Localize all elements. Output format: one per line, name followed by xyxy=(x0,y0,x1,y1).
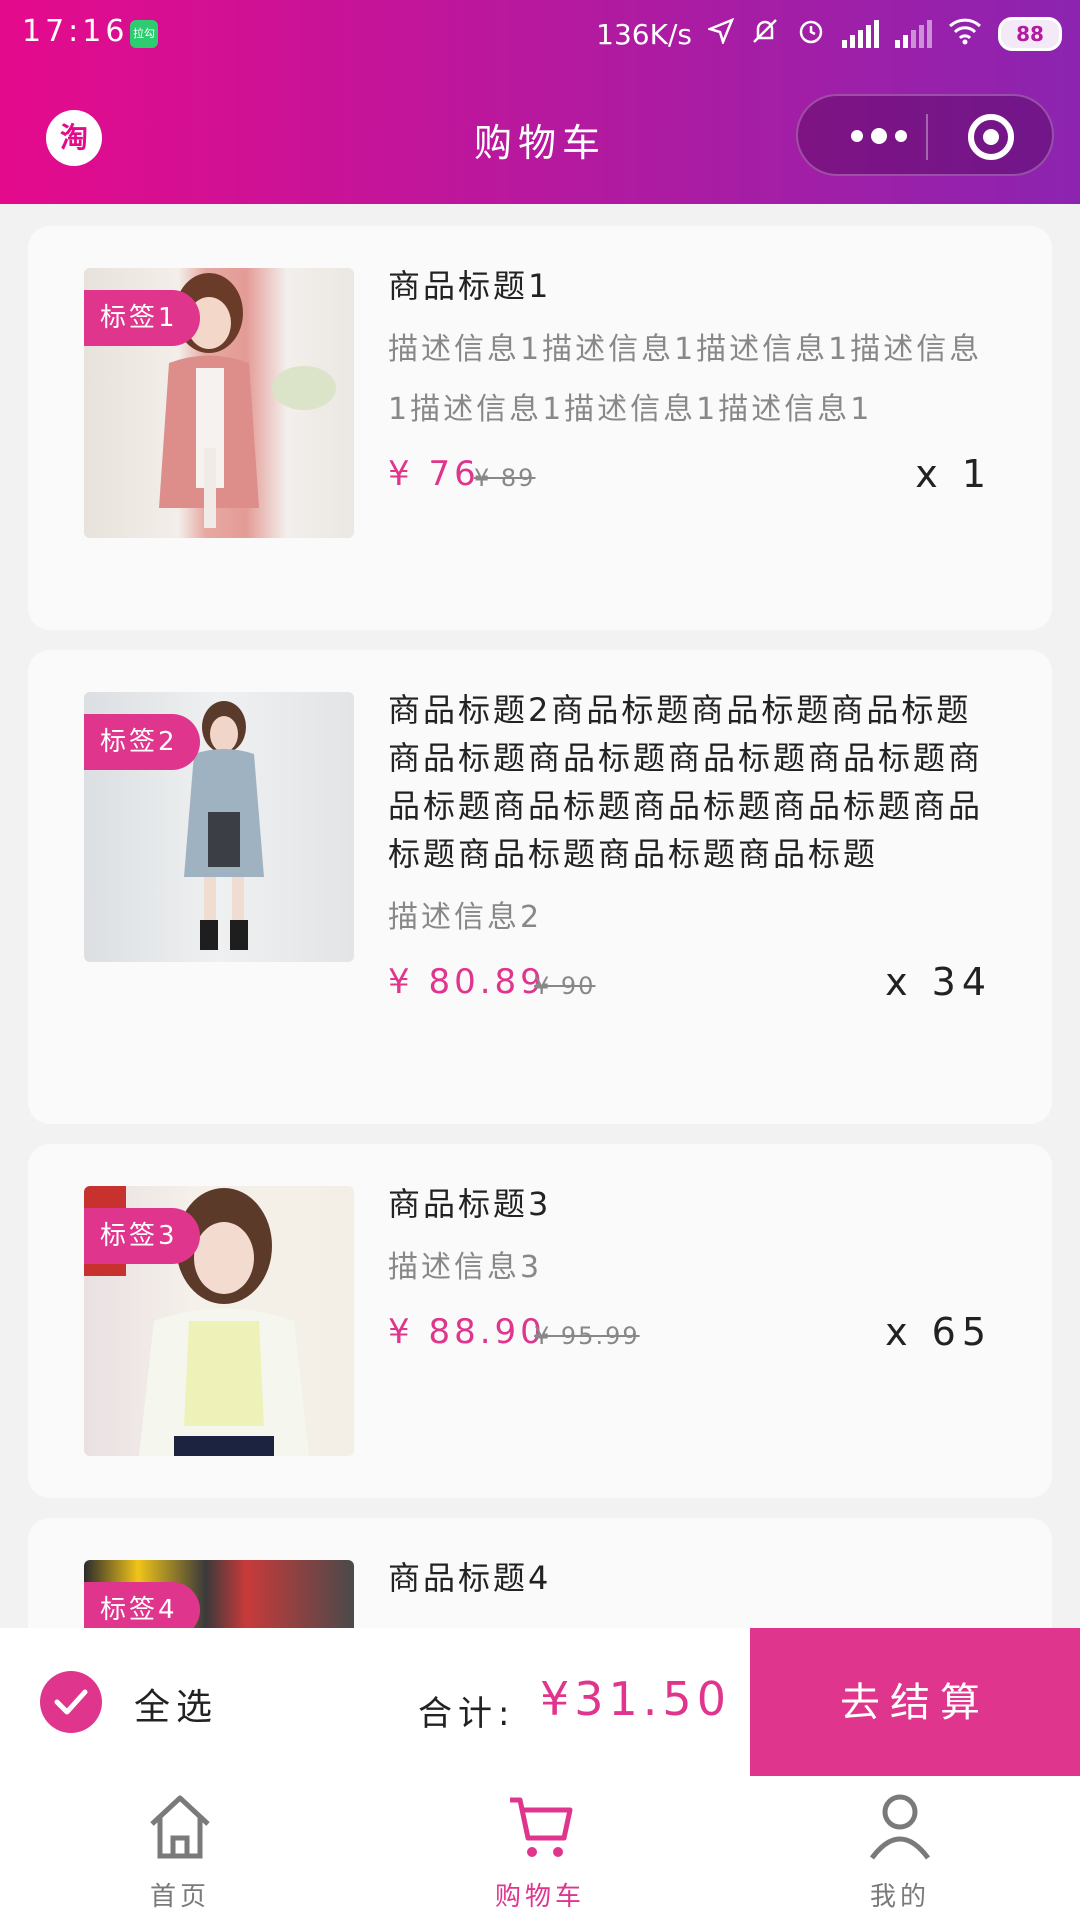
product-tag: 标签2 xyxy=(84,714,200,770)
product-title[interactable]: 商品标题1 xyxy=(388,262,992,310)
original-price: ¥ 89 xyxy=(474,464,536,492)
tab-label: 首页 xyxy=(149,1882,210,1912)
status-bar: 17:16 拉勾 136K/s 88 xyxy=(0,0,1080,70)
battery-icon: 88 xyxy=(998,17,1062,51)
product-description: 描述信息3 xyxy=(388,1250,543,1285)
product-image[interactable]: 标签1 xyxy=(84,268,354,538)
product-description: 描述信息1描述信息1描述信息1描述信息1描述信息1描述信息1描述信息1 xyxy=(388,332,983,427)
tab-home[interactable]: 首页 xyxy=(30,1776,330,1920)
product-tag: 标签4 xyxy=(84,1582,200,1628)
app-notification-icon: 拉勾 xyxy=(130,20,158,48)
cart-item[interactable]: 标签3 商品标题3 描述信息3 ¥ 88.90 ¥ 95.99 x 65 xyxy=(28,1144,1052,1498)
location-icon xyxy=(706,17,735,51)
cart-icon xyxy=(506,1790,574,1866)
cart-item[interactable]: 标签1 商品标题1 描述信息1描述信息1描述信息1描述信息1描述信息1描述信息1… xyxy=(28,226,1052,630)
product-info: 商品标题4 xyxy=(388,1554,992,1602)
target-icon[interactable] xyxy=(968,114,1014,160)
original-price: ¥ 90 xyxy=(534,972,596,1000)
tab-label: 我的 xyxy=(869,1882,930,1912)
select-all-label[interactable]: 全选 xyxy=(134,1678,218,1730)
product-image[interactable]: 标签2 xyxy=(84,692,354,962)
mute-icon xyxy=(750,16,780,53)
product-info: 商品标题1 描述信息1描述信息1描述信息1描述信息1描述信息1描述信息1描述信息… xyxy=(388,262,992,504)
product-price: ¥ 88.90 xyxy=(388,1312,546,1352)
product-quantity: x 65 xyxy=(885,1310,992,1354)
tab-label: 购物车 xyxy=(494,1882,585,1912)
price-row: ¥ 76 ¥ 89 x 1 xyxy=(388,444,992,504)
product-title[interactable]: 商品标题3 xyxy=(388,1180,992,1228)
product-quantity: x 34 xyxy=(885,960,992,1004)
product-price: ¥ 80.89 xyxy=(388,962,546,1002)
net-speed: 136K/s xyxy=(596,17,692,51)
product-description: 描述信息2 xyxy=(388,900,543,935)
wifi-icon xyxy=(948,17,982,52)
cart-item[interactable]: 标签2 商品标题2商品标题商品标题商品标题商品标题商品标题商品标题商品标题商品标… xyxy=(28,650,1052,1124)
miniapp-capsule xyxy=(796,94,1054,176)
product-image[interactable]: 标签4 xyxy=(84,1560,354,1628)
signal-icon xyxy=(842,20,879,48)
tab-cart[interactable]: 购物车 xyxy=(390,1776,690,1920)
status-icons: 136K/s 88 xyxy=(596,12,1062,56)
product-tag: 标签3 xyxy=(84,1208,200,1264)
checkmark-icon xyxy=(54,1689,88,1715)
more-dots-icon[interactable] xyxy=(836,118,922,154)
product-title[interactable]: 商品标题2商品标题商品标题商品标题商品标题商品标题商品标题商品标题商品标题商品标… xyxy=(388,686,992,878)
cart-item[interactable]: 标签4 商品标题4 xyxy=(28,1518,1052,1628)
tab-profile[interactable]: 我的 xyxy=(750,1776,1050,1920)
user-icon xyxy=(866,1790,934,1866)
header: 17:16 拉勾 136K/s 88 淘 购物车 xyxy=(0,0,1080,204)
capsule-divider xyxy=(926,114,928,160)
product-price: ¥ 76 xyxy=(388,454,480,494)
product-info: 商品标题2商品标题商品标题商品标题商品标题商品标题商品标题商品标题商品标题商品标… xyxy=(388,686,992,1012)
select-all-checkbox[interactable] xyxy=(40,1671,102,1733)
signal-icon xyxy=(895,20,932,48)
price-row: ¥ 80.89 ¥ 90 x 34 xyxy=(388,952,992,1012)
total-value: ¥31.50 xyxy=(540,1672,731,1726)
product-title[interactable]: 商品标题4 xyxy=(388,1554,992,1602)
total-label: 合计: xyxy=(418,1694,516,1734)
price-row: ¥ 88.90 ¥ 95.99 x 65 xyxy=(388,1302,992,1362)
product-quantity: x 1 xyxy=(915,452,992,496)
tab-bar: 首页 购物车 我的 xyxy=(0,1776,1080,1920)
home-icon xyxy=(146,1790,214,1866)
status-time: 17:16 xyxy=(22,14,129,49)
product-info: 商品标题3 描述信息3 ¥ 88.90 ¥ 95.99 x 65 xyxy=(388,1180,992,1362)
product-image[interactable]: 标签3 xyxy=(84,1186,354,1456)
checkout-bar: 全选 合计: ¥31.50 去结算 xyxy=(0,1628,1080,1776)
original-price: ¥ 95.99 xyxy=(534,1322,640,1350)
product-tag: 标签1 xyxy=(84,290,200,346)
cart-list[interactable]: 标签1 商品标题1 描述信息1描述信息1描述信息1描述信息1描述信息1描述信息1… xyxy=(0,204,1080,1628)
checkout-button[interactable]: 去结算 xyxy=(750,1628,1080,1776)
alarm-icon xyxy=(796,16,826,53)
